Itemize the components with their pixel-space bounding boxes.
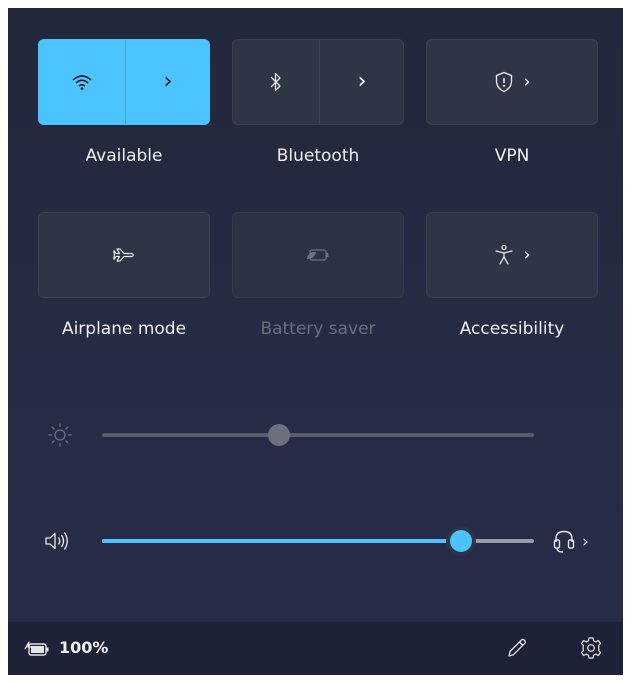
wifi-label: Available: [85, 146, 163, 166]
headset-icon: [553, 530, 575, 553]
bluetooth-toggle-button[interactable]: [233, 40, 319, 124]
shield-icon: [495, 71, 512, 93]
wifi-expand-button[interactable]: ›: [125, 40, 211, 124]
battery-saver-icon: [307, 249, 329, 261]
chevron-right-icon: ›: [582, 531, 589, 552]
airplane-mode-tile[interactable]: [38, 212, 210, 298]
brightness-track: [102, 433, 534, 437]
bluetooth-tile: ›: [232, 39, 404, 125]
audio-output-button[interactable]: ›: [552, 528, 604, 556]
vpn-tile[interactable]: ›: [426, 39, 598, 125]
wifi-icon: [72, 75, 92, 90]
battery-percentage: 100%: [59, 638, 109, 657]
speaker-icon[interactable]: [44, 530, 74, 552]
volume-slider[interactable]: [102, 528, 534, 554]
volume-fill: [102, 539, 461, 543]
quick-settings-panel: › Available › Bluetooth › VPN Airplane m…: [8, 8, 623, 675]
vpn-label: VPN: [494, 146, 530, 166]
accessibility-icon: [494, 244, 513, 265]
bluetooth-expand-button[interactable]: ›: [319, 40, 405, 124]
accessibility-label: Accessibility: [459, 319, 565, 339]
chevron-right-icon: ›: [523, 244, 531, 265]
wifi-toggle-button[interactable]: [39, 40, 125, 124]
battery-saver-label: Battery saver: [260, 319, 376, 339]
chevron-right-icon: ›: [163, 69, 173, 94]
brightness-thumb[interactable]: [268, 424, 291, 446]
chevron-right-icon: ›: [523, 71, 531, 92]
accessibility-tile[interactable]: ›: [426, 212, 598, 298]
wifi-tile: ›: [38, 39, 210, 125]
airplane-mode-label: Airplane mode: [61, 319, 187, 339]
pencil-icon: [508, 638, 526, 657]
airplane-icon: [113, 248, 134, 262]
edit-quick-settings-button[interactable]: [503, 634, 531, 662]
battery-saver-tile: [232, 212, 404, 298]
gear-icon: [580, 637, 602, 659]
bluetooth-label: Bluetooth: [276, 146, 360, 166]
footer-bar: 100%: [8, 622, 623, 675]
chevron-right-icon: ›: [357, 69, 367, 94]
settings-button[interactable]: [577, 634, 605, 662]
brightness-slider[interactable]: [102, 422, 534, 448]
bluetooth-icon: [270, 72, 281, 92]
battery-charging-icon: [24, 641, 49, 656]
brightness-icon: [48, 423, 72, 447]
volume-thumb[interactable]: [449, 530, 472, 552]
